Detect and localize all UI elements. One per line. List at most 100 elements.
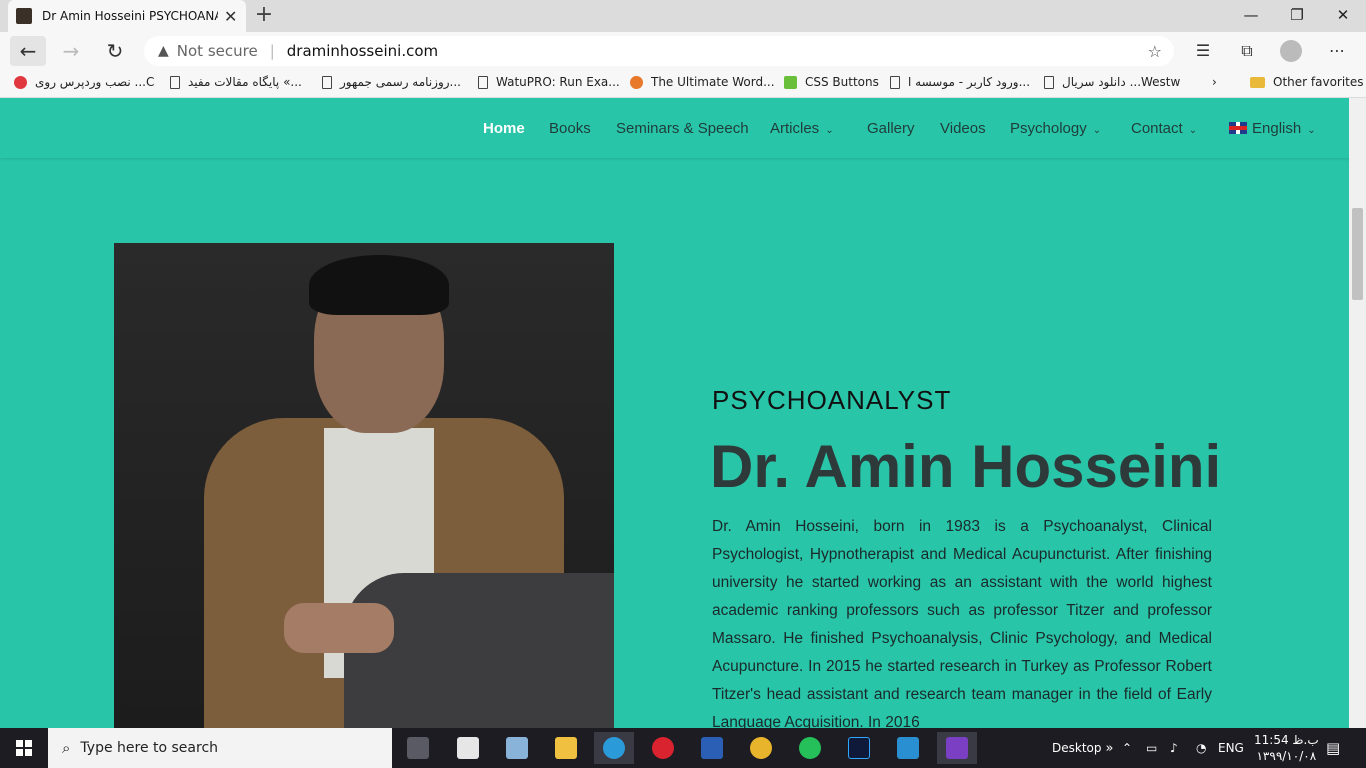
word-icon bbox=[701, 737, 723, 759]
chrome-app[interactable] bbox=[741, 732, 781, 764]
nav-seminars[interactable]: Seminars & Speech bbox=[616, 120, 749, 137]
windows-logo-icon bbox=[16, 740, 32, 756]
favorite-item[interactable]: CSS Buttons bbox=[784, 75, 879, 89]
favorite-item[interactable]: پایگاه مقالات مفید «... bbox=[170, 75, 302, 89]
photoshop-app[interactable] bbox=[839, 732, 879, 764]
portrait-photo bbox=[114, 243, 614, 728]
clock-date: ۱۳۹۹/۱۰/۰۸ bbox=[1256, 749, 1317, 763]
search-placeholder: Type here to search bbox=[80, 740, 219, 756]
explorer-app[interactable] bbox=[546, 732, 586, 764]
hero-title: Dr. Amin Hosseini bbox=[710, 433, 1222, 500]
desktop-toolbar[interactable]: Desktop» bbox=[1052, 728, 1113, 768]
favorites-list-icon[interactable]: ☰ bbox=[1188, 36, 1218, 66]
favorite-label: ورود کاربر - موسسه ا... bbox=[908, 75, 1031, 89]
document-icon bbox=[890, 75, 900, 89]
chevron-down-icon: ⌄ bbox=[1188, 125, 1198, 136]
tab-title: Dr Amin Hosseini PSYCHOANALYST bbox=[42, 9, 218, 23]
photoshop-icon bbox=[848, 737, 870, 759]
photo-hand bbox=[284, 603, 394, 653]
opera-icon bbox=[652, 737, 674, 759]
other-favorites-label: Other favorites bbox=[1273, 75, 1364, 89]
document-icon bbox=[478, 75, 488, 89]
hero-eyebrow: PSYCHOANALYST bbox=[712, 385, 952, 415]
chevron-down-icon: ⌄ bbox=[1092, 125, 1102, 136]
nav-gallery[interactable]: Gallery bbox=[867, 120, 915, 137]
reload-icon: ↻ bbox=[106, 39, 124, 63]
scrollbar-thumb[interactable] bbox=[1352, 208, 1363, 300]
other-favorites[interactable]: Other favorites bbox=[1250, 75, 1364, 89]
clock-time: 11:54 ب.ظ bbox=[1254, 733, 1319, 747]
vivaldi-icon bbox=[14, 75, 27, 89]
forward-button[interactable]: → bbox=[56, 36, 86, 66]
favorite-item[interactable]: دانلود سریال ...Westw bbox=[1044, 75, 1180, 89]
start-button[interactable] bbox=[0, 728, 48, 768]
document-icon bbox=[1044, 75, 1054, 89]
visual-studio-app[interactable] bbox=[937, 732, 977, 764]
taskbar-search[interactable]: ⌕ Type here to search bbox=[48, 728, 392, 768]
whatsapp-app[interactable] bbox=[790, 732, 830, 764]
minimize-button[interactable]: — bbox=[1228, 0, 1274, 32]
reload-button[interactable]: ↻ bbox=[100, 36, 130, 66]
volume-icon[interactable]: ♪ bbox=[1170, 728, 1178, 768]
close-window-button[interactable]: ✕ bbox=[1320, 0, 1366, 32]
folder-icon bbox=[1250, 76, 1265, 88]
desktop-chevron-icon: » bbox=[1105, 740, 1114, 756]
back-button[interactable]: ← bbox=[10, 36, 46, 66]
star-icon[interactable]: ☆ bbox=[1148, 42, 1162, 61]
store-app[interactable] bbox=[398, 732, 438, 764]
nav-books[interactable]: Books bbox=[549, 120, 591, 137]
nav-articles-label: Articles bbox=[770, 120, 820, 137]
warning-icon: ▲ bbox=[158, 43, 169, 59]
favorite-item[interactable]: روزنامه رسمی جمهور... bbox=[322, 75, 461, 89]
remote-app[interactable] bbox=[888, 732, 928, 764]
nav-videos[interactable]: Videos bbox=[940, 120, 986, 137]
restore-button[interactable]: ❐ bbox=[1274, 0, 1320, 32]
favorite-item[interactable]: WatuPRO: Run Exa... bbox=[478, 75, 620, 89]
folder-icon bbox=[555, 737, 577, 759]
word-app[interactable] bbox=[692, 732, 732, 764]
favorites-overflow-chevron-icon[interactable]: › bbox=[1212, 75, 1217, 89]
tab-strip: Dr Amin Hosseini PSYCHOANALYST ✕ + — ❐ ✕ bbox=[0, 0, 1366, 32]
wifi-icon[interactable]: ◔ bbox=[1196, 728, 1206, 768]
nav-home[interactable]: Home bbox=[483, 120, 525, 137]
url-text: draminhosseini.com bbox=[286, 42, 439, 60]
new-tab-button[interactable]: + bbox=[252, 4, 276, 28]
whatsapp-icon bbox=[799, 737, 821, 759]
hero-bio: Dr. Amin Hosseini, born in 1983 is a Psy… bbox=[712, 518, 1212, 731]
edge-app[interactable] bbox=[594, 732, 634, 764]
nav-contact[interactable]: Contact ⌄ bbox=[1131, 120, 1197, 137]
browser-toolbar: ← → ↻ ▲ Not secure | draminhosseini.com … bbox=[0, 32, 1366, 70]
tray-chevron-up-icon[interactable]: ⌃ bbox=[1122, 728, 1132, 768]
battery-icon[interactable]: ▭ bbox=[1146, 728, 1157, 768]
profile-avatar[interactable] bbox=[1280, 40, 1302, 62]
arrow-right-icon: → bbox=[62, 39, 80, 63]
nav-articles[interactable]: Articles ⌄ bbox=[770, 120, 834, 137]
favorite-label: دانلود سریال ...Westw bbox=[1062, 75, 1181, 89]
favorite-label: CSS Buttons bbox=[805, 75, 879, 89]
mail-app[interactable] bbox=[448, 732, 488, 764]
favorite-item[interactable]: نصب وردپرس روی ...C bbox=[14, 75, 154, 89]
favorite-label: WatuPRO: Run Exa... bbox=[496, 75, 620, 89]
page-scrollbar[interactable] bbox=[1349, 98, 1366, 728]
nav-psychology[interactable]: Psychology ⌄ bbox=[1010, 120, 1101, 137]
notifications-icon[interactable]: ▤ bbox=[1326, 728, 1340, 768]
chevron-down-icon: ⌄ bbox=[825, 125, 834, 136]
nav-language[interactable]: English ⌄ bbox=[1229, 120, 1316, 137]
favorite-item[interactable]: The Ultimate Word... bbox=[630, 75, 775, 89]
tab-close-icon[interactable]: ✕ bbox=[224, 7, 237, 26]
nav-psychology-label: Psychology bbox=[1010, 120, 1087, 137]
computer-icon bbox=[506, 737, 528, 759]
language-indicator[interactable]: ENG bbox=[1218, 728, 1244, 768]
site-favicon-icon bbox=[16, 8, 32, 24]
clock[interactable]: 11:54 ب.ظ ۱۳۹۹/۱۰/۰۸ bbox=[1254, 728, 1319, 768]
chrome-icon bbox=[750, 737, 772, 759]
chevron-down-icon: ⌄ bbox=[1307, 125, 1316, 136]
browser-tab[interactable]: Dr Amin Hosseini PSYCHOANALYST ✕ bbox=[8, 0, 246, 32]
collections-icon[interactable]: ⧉ bbox=[1232, 36, 1262, 66]
more-menu-icon[interactable]: ⋯ bbox=[1322, 36, 1352, 66]
address-bar[interactable]: ▲ Not secure | draminhosseini.com ☆ bbox=[144, 36, 1174, 66]
favorite-item[interactable]: ورود کاربر - موسسه ا... bbox=[890, 75, 1030, 89]
network-app[interactable] bbox=[497, 732, 537, 764]
opera-app[interactable] bbox=[643, 732, 683, 764]
address-divider: | bbox=[269, 42, 275, 60]
